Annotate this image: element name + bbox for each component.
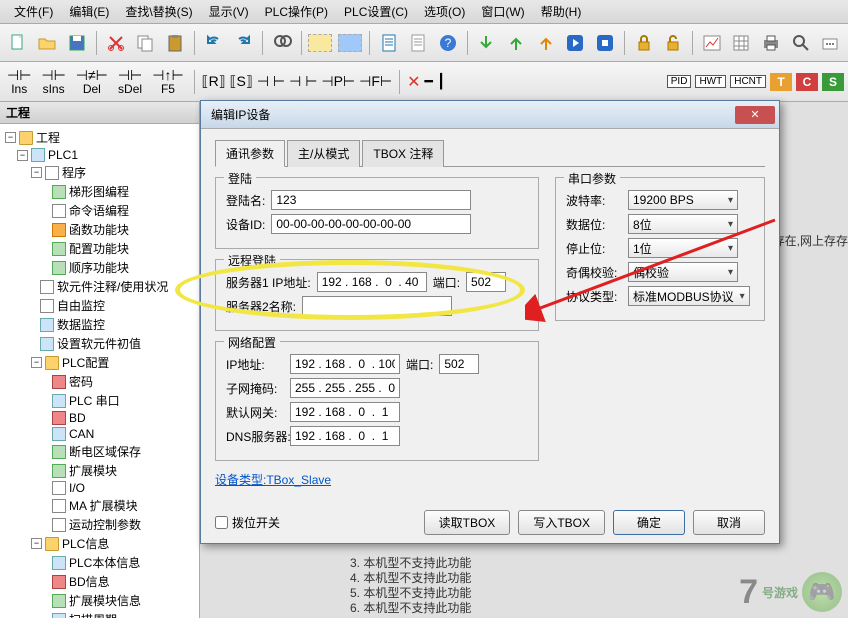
line-v-icon[interactable]: ┃ (437, 73, 445, 90)
device-id-input[interactable] (271, 214, 471, 234)
ladder-toolbar: ⊣⊢Ins ⊣⊢sIns ⊣≠⊢Del ⊣⊢sDel ⊣↑⊢F5 ⟦R⟧ ⟦S⟧… (0, 62, 848, 102)
tab-comm[interactable]: 通讯参数 (215, 140, 285, 167)
remote-login-fieldset: 远程登陆 服务器1 IP地址: 端口: 服务器2名称: (215, 259, 539, 331)
login-name-input[interactable] (271, 190, 471, 210)
tb2-sym-p[interactable]: ⊣P⊢ (321, 73, 355, 90)
badge-c[interactable]: C (796, 73, 818, 91)
tb2-f5[interactable]: ⊣↑⊢F5 (149, 68, 186, 96)
menu-edit[interactable]: 编辑(E) (61, 0, 117, 23)
tb2-sym-r[interactable]: ⟦R⟧ (202, 73, 226, 90)
write-tbox-button[interactable]: 写入TBOX (518, 510, 605, 535)
tb2-sins[interactable]: ⊣⊢sIns (38, 68, 68, 96)
down-arrow-button[interactable] (473, 29, 501, 57)
cancel-button[interactable]: 取消 (693, 510, 765, 535)
dialog-title: 编辑IP设备 (211, 106, 270, 123)
edit-ip-device-dialog: 编辑IP设备 ✕ 通讯参数 主/从模式 TBOX 注释 登陆 登陆名: 设备ID… (200, 100, 780, 544)
server1-ip-input[interactable] (317, 272, 427, 292)
main-toolbar: ? (0, 24, 848, 62)
stopbits-select[interactable]: 1位 (628, 238, 738, 258)
tb2-ins[interactable]: ⊣⊢Ins (4, 68, 34, 96)
menu-view[interactable]: 显示(V) (201, 0, 257, 23)
unlock-button[interactable] (659, 29, 687, 57)
baud-select[interactable]: 19200 BPS (628, 190, 738, 210)
copy-button[interactable] (131, 29, 159, 57)
badge-hwt[interactable]: HWT (695, 75, 726, 88)
server2-name-input[interactable] (302, 296, 452, 316)
login-fieldset: 登陆 登陆名: 设备ID: (215, 177, 539, 249)
dialog-tabs: 通讯参数 主/从模式 TBOX 注释 (215, 139, 765, 167)
printer-button[interactable] (757, 29, 785, 57)
tab-tbox-comment[interactable]: TBOX 注释 (362, 140, 444, 167)
mode2-button[interactable] (336, 29, 364, 57)
menu-options[interactable]: 选项(O) (416, 0, 473, 23)
project-tree-panel: 工程 −工程 −PLC1 −程序 梯形图编程 命令语编程 函数功能块 配置功能块… (0, 102, 200, 618)
protocol-select[interactable]: 标准MODBUS协议 (628, 286, 750, 306)
menu-plc-op[interactable]: PLC操作(P) (257, 0, 336, 23)
play-button[interactable] (562, 29, 590, 57)
watermark: 7 号游戏 🎮 (739, 572, 842, 612)
tb2-del[interactable]: ⊣≠⊢Del (73, 68, 111, 96)
server1-port-input[interactable] (466, 272, 506, 292)
tab-master-slave[interactable]: 主/从模式 (287, 140, 360, 167)
up-arrow-button[interactable] (502, 29, 530, 57)
open-button[interactable] (34, 29, 62, 57)
redo-button[interactable] (229, 29, 257, 57)
ok-button[interactable]: 确定 (613, 510, 685, 535)
chart-button[interactable] (698, 29, 726, 57)
dns-input[interactable] (290, 426, 400, 446)
menu-plc-cfg[interactable]: PLC设置(C) (336, 0, 416, 23)
line-h-icon[interactable]: ━ (424, 73, 432, 90)
help-button[interactable]: ? (434, 29, 462, 57)
tb2-sym-s[interactable]: ⟦S⟧ (230, 73, 253, 90)
gateway-input[interactable] (290, 402, 400, 422)
x-icon[interactable]: ✕ (407, 72, 420, 92)
badge-hcnt[interactable]: HCNT (730, 75, 766, 88)
tb2-sym-4[interactable]: ⊣ ⊢ (289, 73, 317, 90)
up2-button[interactable] (532, 29, 560, 57)
network-fieldset: 网络配置 IP地址:端口: 子网掩码: 默认网关: DNS服务器: (215, 341, 539, 461)
parity-select[interactable]: 偶校验 (628, 262, 738, 282)
svg-text:?: ? (445, 36, 452, 50)
find-button[interactable] (268, 29, 296, 57)
menu-help[interactable]: 帮助(H) (533, 0, 590, 23)
menu-find[interactable]: 查找\替换(S) (117, 0, 200, 23)
mask-input[interactable] (290, 378, 400, 398)
device-type-link[interactable]: 设备类型:TBox_Slave (215, 471, 331, 488)
databits-select[interactable]: 8位 (628, 214, 738, 234)
doc1-button[interactable] (375, 29, 403, 57)
project-tree[interactable]: −工程 −PLC1 −程序 梯形图编程 命令语编程 函数功能块 配置功能块 顺序… (0, 124, 199, 618)
ip-input[interactable] (290, 354, 400, 374)
cut-button[interactable] (102, 29, 130, 57)
paste-button[interactable] (161, 29, 189, 57)
new-button[interactable] (4, 29, 32, 57)
menu-bar: 文件(F) 编辑(E) 查找\替换(S) 显示(V) PLC操作(P) PLC设… (0, 0, 848, 24)
mode1-button[interactable] (307, 29, 335, 57)
serial-fieldset: 串口参数 波特率:19200 BPS 数据位:8位 停止位:1位 奇偶校验:偶校… (555, 177, 765, 321)
tb2-sdel[interactable]: ⊣⊢sDel (115, 68, 145, 96)
lock-button[interactable] (630, 29, 658, 57)
badge-t[interactable]: T (770, 73, 792, 91)
stop-button[interactable] (591, 29, 619, 57)
dip-switch-checkbox[interactable]: 拨位开关 (215, 514, 280, 531)
menu-file[interactable]: 文件(F) (6, 0, 61, 23)
tb2-sym-3[interactable]: ⊣ ⊢ (257, 73, 285, 90)
dialog-close-button[interactable]: ✕ (735, 106, 775, 124)
menu-window[interactable]: 窗口(W) (473, 0, 532, 23)
save-button[interactable] (63, 29, 91, 57)
tb2-sym-f[interactable]: ⊣F⊢ (359, 73, 392, 90)
undo-button[interactable] (200, 29, 228, 57)
tree-header: 工程 (0, 102, 199, 124)
zoom-button[interactable] (787, 29, 815, 57)
watermark-logo-icon: 🎮 (802, 572, 842, 612)
badge-pid[interactable]: PID (667, 75, 692, 88)
misc-button[interactable] (817, 29, 845, 57)
net-port-input[interactable] (439, 354, 479, 374)
badge-s[interactable]: S (822, 73, 844, 91)
error-messages: 3. 本机型不支持此功能4. 本机型不支持此功能5. 本机型不支持此功能6. 本… (350, 556, 471, 616)
read-tbox-button[interactable]: 读取TBOX (424, 510, 511, 535)
doc2-button[interactable] (404, 29, 432, 57)
grid-button[interactable] (728, 29, 756, 57)
